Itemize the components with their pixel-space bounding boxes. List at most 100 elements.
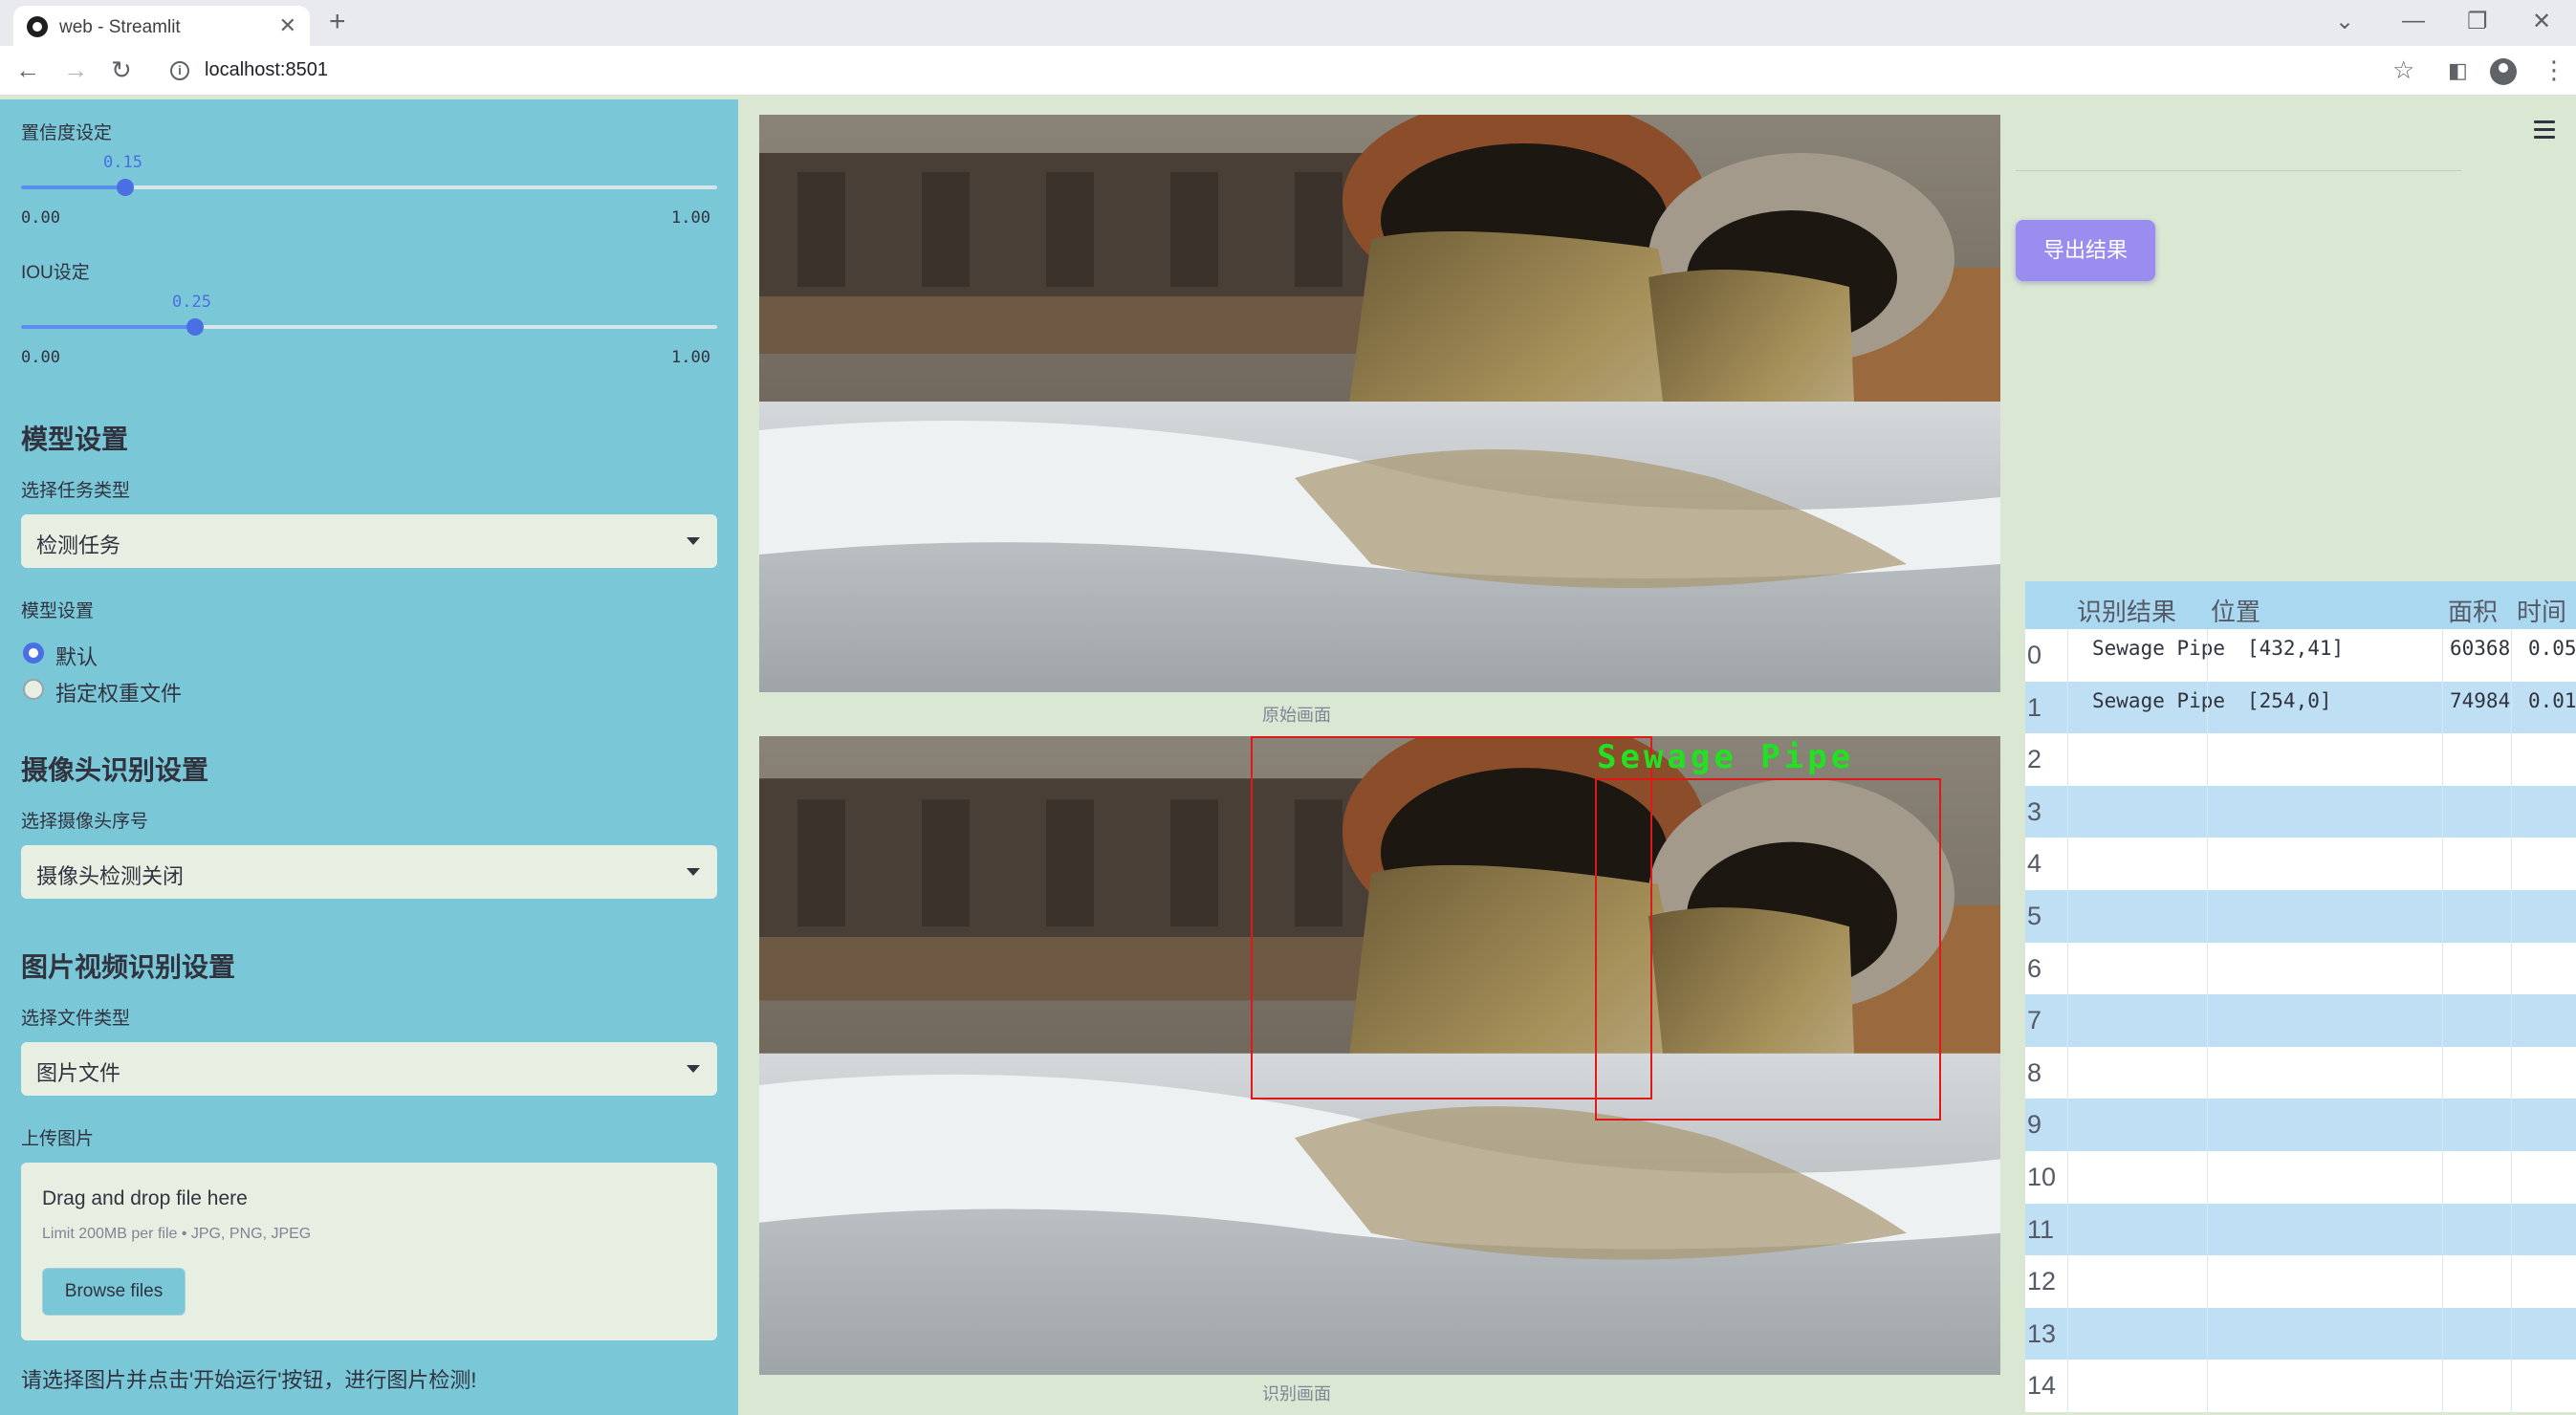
table-row[interactable]: 11	[2025, 1203, 2576, 1256]
hamburger-menu-icon[interactable]	[2534, 120, 2555, 143]
radio-custom-weights[interactable]	[23, 679, 44, 700]
col-header-position[interactable]: 位置	[2211, 593, 2260, 628]
row-index: 9	[2027, 1110, 2042, 1140]
file-uploader-dropzone[interactable]: Drag and drop file here Limit 200MB per …	[21, 1163, 717, 1340]
export-results-button[interactable]: 导出结果	[2016, 220, 2155, 281]
row-index: 13	[2027, 1318, 2057, 1348]
radio-default-label[interactable]: 默认	[55, 641, 98, 671]
info-icon[interactable]: i	[170, 61, 189, 80]
camera-settings-heading: 摄像头识别设置	[21, 755, 209, 785]
column-divider	[2207, 1151, 2208, 1204]
column-divider	[2207, 1307, 2208, 1361]
reload-icon[interactable]: ↻	[111, 55, 132, 85]
browser-tab[interactable]: web - Streamlit ✕	[13, 6, 310, 46]
kebab-menu-icon[interactable]: ⋮	[2542, 55, 2566, 85]
tab-close-icon[interactable]: ✕	[279, 13, 296, 38]
table-row[interactable]: 12	[2025, 1255, 2576, 1308]
confidence-slider-thumb[interactable]	[117, 179, 135, 196]
iou-slider-thumb[interactable]	[186, 318, 204, 336]
upload-label: 上传图片	[21, 1129, 95, 1149]
file-type-value: 图片文件	[36, 1061, 121, 1085]
table-row[interactable]: 3	[2025, 785, 2576, 838]
column-divider	[2067, 838, 2068, 890]
table-row[interactable]: 8	[2025, 1046, 2576, 1099]
column-divider	[2511, 1203, 2512, 1256]
column-divider	[2511, 942, 2512, 995]
column-divider	[2207, 890, 2208, 943]
detection-box-0	[1595, 778, 1941, 1121]
cell-area: 74984	[2450, 688, 2511, 712]
minimize-icon[interactable]: —	[2402, 8, 2425, 34]
browser-toolbar: ← → ↻ i localhost:8501 ☆ ◧ ⋮	[0, 46, 2576, 96]
table-row[interactable]: 13	[2025, 1307, 2576, 1361]
back-arrow-icon[interactable]: ←	[15, 55, 40, 85]
column-divider	[2067, 942, 2068, 995]
confidence-slider[interactable]	[21, 179, 717, 196]
column-divider	[2207, 1203, 2208, 1256]
table-row[interactable]: 10	[2025, 1151, 2576, 1204]
col-header-time[interactable]: 时间	[2517, 593, 2566, 628]
streamlit-favicon-icon	[27, 16, 48, 37]
cell-time: 0.01	[2528, 688, 2576, 712]
radio-custom-weights-label[interactable]: 指定权重文件	[55, 677, 182, 708]
file-type-select[interactable]: 图片文件	[21, 1042, 717, 1096]
column-divider	[2067, 1360, 2068, 1412]
restore-icon[interactable]: ❐	[2467, 8, 2488, 35]
radio-default[interactable]	[23, 642, 44, 664]
table-row[interactable]: 6	[2025, 942, 2576, 995]
table-row[interactable]: 14	[2025, 1360, 2576, 1412]
tab-list-icon[interactable]: ⌄	[2335, 8, 2354, 35]
address-bar[interactable]: localhost:8501	[205, 59, 328, 81]
new-tab-button[interactable]: +	[329, 6, 346, 38]
table-row[interactable]: 2	[2025, 733, 2576, 786]
column-divider	[2442, 785, 2443, 838]
column-divider	[2067, 994, 2068, 1047]
cell-result: Sewage Pipe	[2092, 688, 2226, 712]
column-divider	[2207, 1255, 2208, 1308]
table-row[interactable]: 0 Sewage Pipe [432,41] 60368 0.05	[2025, 629, 2576, 682]
window-close-icon[interactable]: ✕	[2532, 8, 2551, 35]
row-index: 0	[2027, 641, 2042, 669]
iou-max: 1.00	[671, 348, 710, 367]
cell-time: 0.05	[2528, 637, 2576, 660]
sidepanel-icon[interactable]: ◧	[2448, 58, 2468, 83]
column-divider	[2067, 681, 2068, 734]
column-divider	[2207, 681, 2208, 734]
original-image-caption: 原始画面	[1262, 706, 1331, 725]
task-type-select[interactable]: 检测任务	[21, 514, 717, 568]
camera-index-value: 摄像头检测关闭	[36, 864, 185, 888]
iou-min: 0.00	[21, 348, 60, 367]
browse-files-button[interactable]: Browse files	[42, 1268, 186, 1316]
tab-title: web - Streamlit	[59, 17, 181, 37]
column-divider	[2442, 890, 2443, 943]
table-row[interactable]: 1 Sewage Pipe [254,0] 74984 0.01	[2025, 681, 2576, 734]
table-row[interactable]: 5	[2025, 890, 2576, 943]
row-index: 7	[2027, 1006, 2042, 1035]
row-index: 5	[2027, 902, 2042, 930]
column-divider	[2067, 1255, 2068, 1308]
column-divider	[2511, 1046, 2512, 1099]
column-divider	[2067, 1151, 2068, 1204]
column-divider	[2511, 994, 2512, 1047]
camera-index-select[interactable]: 摄像头检测关闭	[21, 845, 717, 899]
star-icon[interactable]: ☆	[2392, 55, 2414, 85]
row-index: 11	[2027, 1214, 2055, 1244]
confidence-label: 置信度设定	[21, 123, 113, 143]
table-row[interactable]: 7	[2025, 994, 2576, 1047]
forward-arrow-icon[interactable]: →	[63, 55, 88, 85]
col-header-area[interactable]: 面积	[2448, 593, 2498, 628]
profile-icon[interactable]	[2490, 58, 2517, 85]
iou-slider[interactable]	[21, 318, 717, 336]
col-header-result[interactable]: 识别结果	[2077, 593, 2176, 628]
table-row[interactable]: 9	[2025, 1099, 2576, 1151]
task-type-value: 检测任务	[36, 533, 121, 557]
row-index: 1	[2027, 692, 2042, 722]
column-divider	[2442, 1203, 2443, 1256]
column-divider	[2207, 1099, 2208, 1151]
column-divider	[2511, 785, 2512, 838]
table-row[interactable]: 4	[2025, 838, 2576, 890]
column-divider	[2442, 1307, 2443, 1361]
column-divider	[2067, 1046, 2068, 1099]
confidence-min: 0.00	[21, 208, 60, 228]
column-divider	[2511, 1151, 2512, 1204]
